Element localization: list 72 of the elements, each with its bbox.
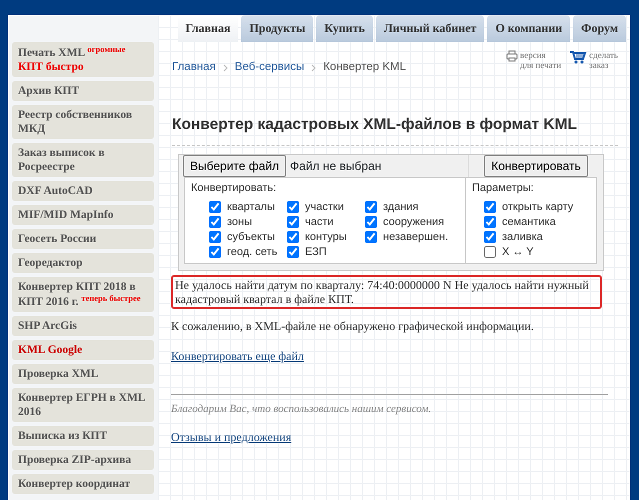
file-status: Файл не выбран [290, 158, 382, 175]
sidebar-item[interactable]: Конвертер ЕГРН в XML 2016 [12, 388, 154, 422]
checkbox-label: субъекты [227, 230, 275, 245]
checkbox[interactable] [209, 231, 221, 244]
sidebar-item[interactable]: Заказ выписок в Росреестре [12, 143, 154, 177]
sidebar-item[interactable]: Конвертер координат [12, 474, 154, 494]
breadcrumb-separator-icon [222, 64, 228, 72]
section-label: Параметры: [472, 180, 535, 196]
page-title: Конвертер кадастровых XML-файлов в формат KML [172, 116, 618, 146]
checkbox-label: ЕЗП [305, 244, 327, 260]
checkbox-label: X ↔ Y [502, 244, 534, 260]
checkbox-label: заливка [502, 230, 543, 245]
nav-tab[interactable]: Главная [178, 15, 238, 42]
nav-tab[interactable]: Форум [573, 15, 626, 42]
checkbox[interactable] [484, 231, 496, 244]
feedback-link[interactable]: Отзывы и предложения [171, 430, 292, 444]
convert-button[interactable]: Конвертировать [484, 154, 588, 177]
sidebar-item[interactable]: MIF/MID MapInfo [12, 205, 154, 225]
nav-tab[interactable]: О компании [487, 15, 570, 42]
checkbox-label: здания [383, 200, 419, 215]
checkbox-label: части [305, 214, 334, 230]
checkbox-label: сооружения [383, 214, 444, 230]
nav-tab[interactable]: Купить [316, 15, 373, 42]
nav-tab[interactable]: Личный кабинет [376, 15, 484, 42]
breadcrumb-link[interactable]: Веб-сервисы [234, 59, 304, 77]
checkbox-label: участки [305, 200, 344, 215]
checkbox[interactable] [287, 246, 299, 258]
checkbox-label: зоны [227, 214, 252, 230]
checkbox[interactable] [287, 216, 299, 228]
checkbox-label: контуры [305, 230, 347, 245]
sidebar-item[interactable]: Проверка ZIP-архива [12, 450, 154, 470]
checkbox-label: геод. сеть [227, 244, 278, 260]
checkbox[interactable] [484, 246, 496, 258]
print-link[interactable]: версия для печати [520, 50, 562, 70]
breadcrumb-separator-icon [311, 64, 316, 72]
sidebar-item[interactable]: KML Google [12, 340, 154, 360]
sidebar-item[interactable]: Печать XML $^{огромные}$ КПТ быстро [12, 42, 154, 77]
convert-again-link[interactable]: Конвертировать еще файл [171, 348, 304, 363]
checkbox-label: семантика [502, 214, 556, 230]
sidebar-item[interactable]: Реестр собственников МКД [12, 105, 154, 139]
checkbox-label: незавершен. [383, 230, 448, 245]
checkbox[interactable] [484, 216, 496, 228]
error-message: Не удалось найти датум по кварталу: 74:40:0000000 N Не удалось найти нужный кадастровый квартал в файле КПТ. [171, 274, 602, 309]
checkbox[interactable] [287, 231, 299, 244]
checkbox[interactable] [209, 246, 221, 258]
checkbox-label: кварталы [227, 200, 275, 215]
thanks-text: Благодарим Вас, что воспользовались нашим сервисом. [171, 402, 432, 415]
printer-icon [506, 50, 518, 62]
checkbox[interactable] [287, 201, 299, 214]
checkbox[interactable] [209, 216, 221, 228]
sidebar-item[interactable]: SHP ArcGis [12, 316, 154, 336]
checkbox-label: открыть карту [502, 200, 574, 215]
checkbox[interactable] [365, 216, 377, 228]
checkbox[interactable] [365, 201, 377, 214]
sidebar-item[interactable]: Выписка из КПТ [12, 426, 154, 446]
sidebar-item[interactable]: Геосеть России [12, 229, 154, 249]
sidebar-item[interactable]: Георедактор [12, 253, 154, 273]
sidebar-item[interactable]: Конвертер КПТ 2018 в КПТ 2016 г. $^{теперь быстрее}$ [12, 277, 154, 312]
cart-icon [569, 50, 588, 64]
sidebar-item[interactable]: Архив КПТ [12, 81, 154, 101]
info-message: К сожалению, в XML-файле не обнаружено графической информации. [171, 318, 535, 334]
checkbox[interactable] [209, 201, 221, 214]
breadcrumb-link[interactable]: Главная [172, 59, 216, 77]
nav-tab[interactable]: Продукты [241, 15, 314, 42]
section-label: Конвертировать: [191, 180, 278, 196]
breadcrumb-current: Конвертер KML [323, 60, 406, 76]
choose-file-button[interactable]: Выберите файл [183, 154, 286, 177]
checkbox[interactable] [365, 231, 377, 244]
sidebar-item[interactable]: DXF AutoCAD [12, 181, 154, 201]
order-link[interactable]: сделать заказ [589, 50, 618, 70]
sidebar-item[interactable]: Проверка XML [12, 364, 154, 384]
checkbox[interactable] [484, 201, 496, 214]
